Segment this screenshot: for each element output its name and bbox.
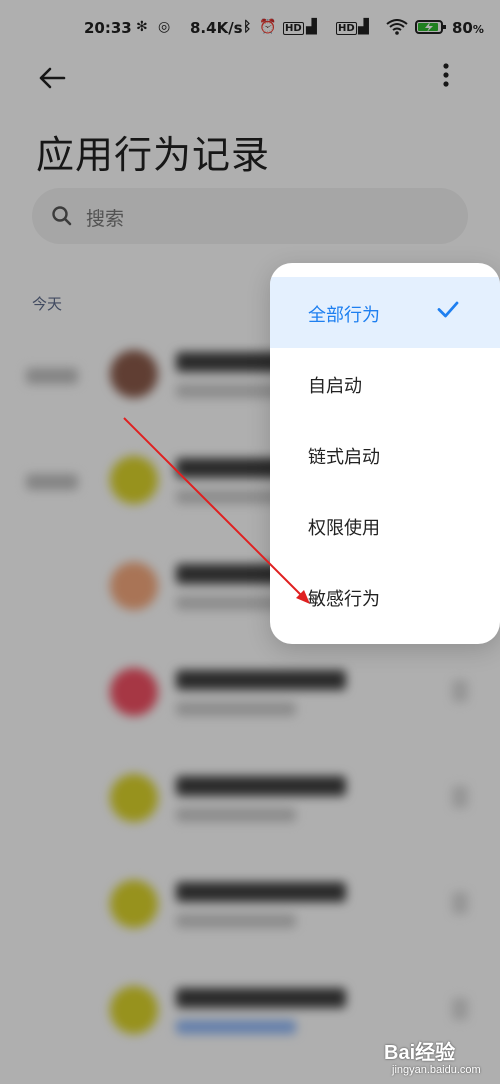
menu-item-label: 链式启动 bbox=[308, 447, 380, 468]
menu-item-all-behaviors[interactable]: 全部行为 bbox=[270, 277, 500, 348]
filter-menu: 全部行为 自启动 链式启动 权限使用 敏感行为 bbox=[270, 263, 500, 644]
menu-item-label: 敏感行为 bbox=[308, 589, 380, 610]
menu-item-sensitive-behavior[interactable]: 敏感行为 bbox=[270, 561, 500, 632]
screen: 20:33 ✻ ◎ 8.4K/s ᛒ ⏰ HD ▟ HD ▟ 80% 应用行为记… bbox=[0, 0, 500, 1084]
menu-item-label: 全部行为 bbox=[308, 305, 380, 326]
menu-item-label: 权限使用 bbox=[308, 518, 380, 539]
watermark-site: jingyan.baidu.com bbox=[392, 1064, 481, 1076]
menu-item-chain-start[interactable]: 链式启动 bbox=[270, 419, 500, 490]
check-icon bbox=[437, 301, 459, 318]
menu-item-label: 自启动 bbox=[308, 376, 362, 397]
menu-item-permission-usage[interactable]: 权限使用 bbox=[270, 490, 500, 561]
watermark-brand: Bai经验 bbox=[384, 1042, 456, 1064]
menu-item-auto-start[interactable]: 自启动 bbox=[270, 348, 500, 419]
baidu-jingyan-watermark: Bai经验 jingyan.baidu.com bbox=[384, 1034, 494, 1082]
